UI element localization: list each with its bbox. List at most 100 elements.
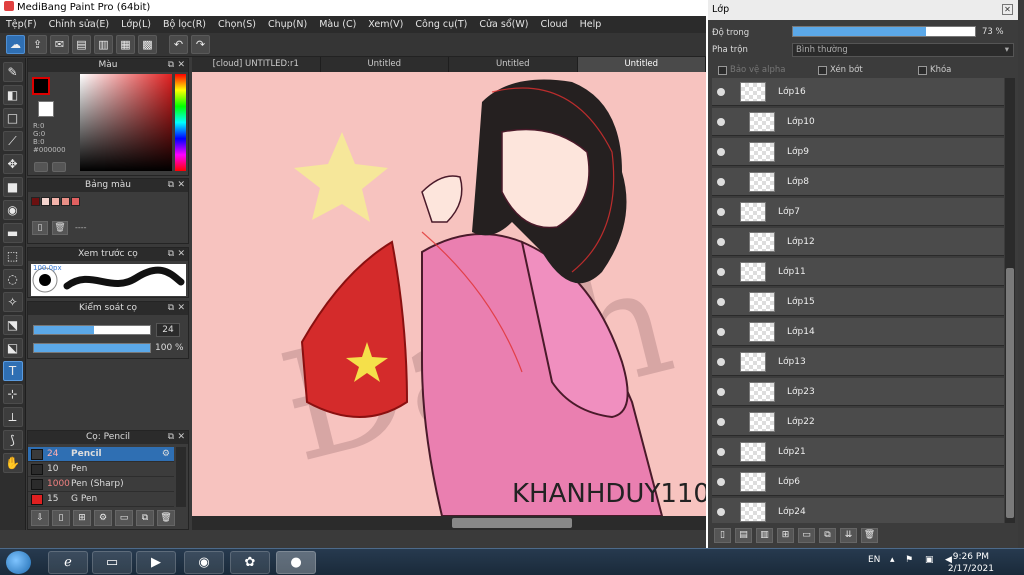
layer-row[interactable]: Lớp10 xyxy=(712,108,1004,136)
new-palette-icon[interactable]: ▯ xyxy=(32,221,48,235)
layer-row[interactable]: Lớp24 xyxy=(712,498,1004,523)
close-icon[interactable]: ✕ xyxy=(177,431,185,444)
menu-filter[interactable]: Bộ lọc(R) xyxy=(157,19,212,30)
visibility-eye-icon[interactable] xyxy=(717,87,725,96)
close-icon[interactable]: ✕ xyxy=(177,248,185,261)
visibility-eye-icon[interactable] xyxy=(717,267,725,276)
color-mode-button[interactable] xyxy=(34,162,48,172)
cloud-icon[interactable]: ☁ xyxy=(6,35,25,54)
foreground-color-swatch[interactable] xyxy=(32,77,50,95)
folder-icon[interactable]: ▭ xyxy=(115,510,133,526)
comment-icon[interactable]: ✉ xyxy=(50,35,69,54)
grid-icon[interactable]: ▩ xyxy=(138,35,157,54)
brush-item[interactable]: 10 Pen xyxy=(28,462,174,477)
gradient-tool-icon[interactable]: ▬ xyxy=(2,223,23,243)
brush-list-scrollbar[interactable] xyxy=(176,447,186,507)
hand-tool-icon[interactable]: ✋ xyxy=(2,453,23,473)
color-picker-area[interactable] xyxy=(80,74,172,171)
scrollbar-thumb[interactable] xyxy=(452,518,572,528)
close-icon[interactable]: ✕ xyxy=(177,179,185,192)
visibility-eye-icon[interactable] xyxy=(717,477,725,486)
lasso-tool-icon[interactable]: ◌ xyxy=(2,269,23,289)
monitor-icon[interactable]: ▣ xyxy=(925,555,934,565)
menu-tools[interactable]: Công cụ(T) xyxy=(409,19,473,30)
layer-row[interactable]: Lớp8 xyxy=(712,168,1004,196)
close-icon[interactable]: ✕ xyxy=(177,302,185,315)
visibility-eye-icon[interactable] xyxy=(717,117,725,126)
menu-file[interactable]: Tệp(F) xyxy=(0,19,43,30)
undo-icon[interactable]: ↶ xyxy=(169,35,188,54)
merge-down-icon[interactable]: ⇊ xyxy=(840,528,857,543)
layer-row[interactable]: Lớp16 xyxy=(712,78,1004,106)
pages-icon[interactable]: ▦ xyxy=(116,35,135,54)
doc-tab[interactable]: Untitled xyxy=(577,57,706,72)
layer-row[interactable]: Lớp15 xyxy=(712,288,1004,316)
layer-row[interactable]: Lớp23 xyxy=(712,378,1004,406)
scrollbar-thumb[interactable] xyxy=(1006,268,1014,518)
visibility-eye-icon[interactable] xyxy=(717,447,725,456)
menu-help[interactable]: Help xyxy=(574,19,608,30)
share-icon[interactable]: ⇪ xyxy=(28,35,47,54)
brush-item[interactable]: 24 Pencil ⚙ xyxy=(28,447,174,462)
menu-select[interactable]: Chọn(S) xyxy=(212,19,262,30)
brush-size-value[interactable]: 24 xyxy=(156,323,180,337)
layer-row[interactable]: Lớp22 xyxy=(712,408,1004,436)
trash-icon[interactable]: 🗑 xyxy=(861,528,878,543)
eyedropper-tool-icon[interactable]: ⟂ xyxy=(2,407,23,427)
doc-tab[interactable]: Untitled xyxy=(449,57,578,72)
visibility-eye-icon[interactable] xyxy=(717,507,725,516)
layer-row[interactable]: Lớp11 xyxy=(712,258,1004,286)
layer-row[interactable]: Lớp7 xyxy=(712,198,1004,226)
layer-row[interactable]: Lớp9 xyxy=(712,138,1004,166)
internet-explorer-icon[interactable]: ℯ xyxy=(48,551,88,574)
language-indicator[interactable]: EN xyxy=(868,555,880,565)
palette-swatch[interactable] xyxy=(61,197,70,206)
system-clock[interactable]: 9:26 PM 2/17/2021 xyxy=(948,551,994,575)
page-icon[interactable]: ▥ xyxy=(94,35,113,54)
gear-icon[interactable]: ⚙ xyxy=(162,449,170,459)
operation-tool-icon[interactable]: ⊹ xyxy=(2,384,23,404)
new-layer-icon[interactable]: ▯ xyxy=(714,528,731,543)
palette-swatch[interactable] xyxy=(41,197,50,206)
eraser-tool-icon[interactable]: ◧ xyxy=(2,85,23,105)
visibility-eye-icon[interactable] xyxy=(717,297,725,306)
chrome-icon[interactable]: ◉ xyxy=(184,551,224,574)
select-pen-tool-icon[interactable]: ⬔ xyxy=(2,315,23,335)
app-icon[interactable]: ✿ xyxy=(230,551,270,574)
file-explorer-icon[interactable]: ▭ xyxy=(92,551,132,574)
visibility-eye-icon[interactable] xyxy=(717,147,725,156)
drawing-canvas[interactable]: Đạch KHANHDUY110 xyxy=(192,72,706,516)
media-player-icon[interactable]: ▶ xyxy=(136,551,176,574)
fill-rect-tool-icon[interactable]: ■ xyxy=(2,177,23,197)
trash-icon[interactable]: 🗑 xyxy=(157,510,175,526)
visibility-eye-icon[interactable] xyxy=(717,417,725,426)
protect-alpha-checkbox[interactable]: Bảo vệ alpha xyxy=(718,65,785,75)
menu-edit[interactable]: Chỉnh sửa(E) xyxy=(43,19,116,30)
doc-tab[interactable]: Untitled xyxy=(321,57,449,72)
redo-icon[interactable]: ↷ xyxy=(191,35,210,54)
pin-icon[interactable]: ⧉ xyxy=(168,179,174,192)
new-8bit-layer-icon[interactable]: ▥ xyxy=(756,528,773,543)
doc-tab[interactable]: [cloud] UNTITLED:r1 xyxy=(192,57,321,72)
pin-icon[interactable]: ⧉ xyxy=(168,431,174,444)
palette-swatch[interactable] xyxy=(31,197,40,206)
menu-cloud[interactable]: Cloud xyxy=(534,19,573,30)
color-swap-button[interactable] xyxy=(52,162,66,172)
duplicate-layer-icon[interactable]: ⧉ xyxy=(819,528,836,543)
menu-view[interactable]: Xem(V) xyxy=(362,19,409,30)
blend-mode-select[interactable]: Bình thường ▾ xyxy=(792,43,1014,57)
visibility-eye-icon[interactable] xyxy=(717,387,725,396)
hue-slider[interactable] xyxy=(175,74,186,171)
brush-size-slider[interactable] xyxy=(33,325,151,335)
layer-row[interactable]: Lớp21 xyxy=(712,438,1004,466)
trash-icon[interactable]: 🗑 xyxy=(52,221,68,235)
visibility-eye-icon[interactable] xyxy=(717,237,725,246)
menu-snap[interactable]: Chụp(N) xyxy=(262,19,313,30)
menu-color[interactable]: Màu (C) xyxy=(313,19,362,30)
pen-tool-icon[interactable]: ⟆ xyxy=(2,430,23,450)
document-icon[interactable]: ▤ xyxy=(72,35,91,54)
select-rect-tool-icon[interactable]: ⬚ xyxy=(2,246,23,266)
close-icon[interactable]: ✕ xyxy=(177,59,185,72)
visibility-eye-icon[interactable] xyxy=(717,327,725,336)
layer-list-scrollbar[interactable] xyxy=(1005,78,1015,523)
